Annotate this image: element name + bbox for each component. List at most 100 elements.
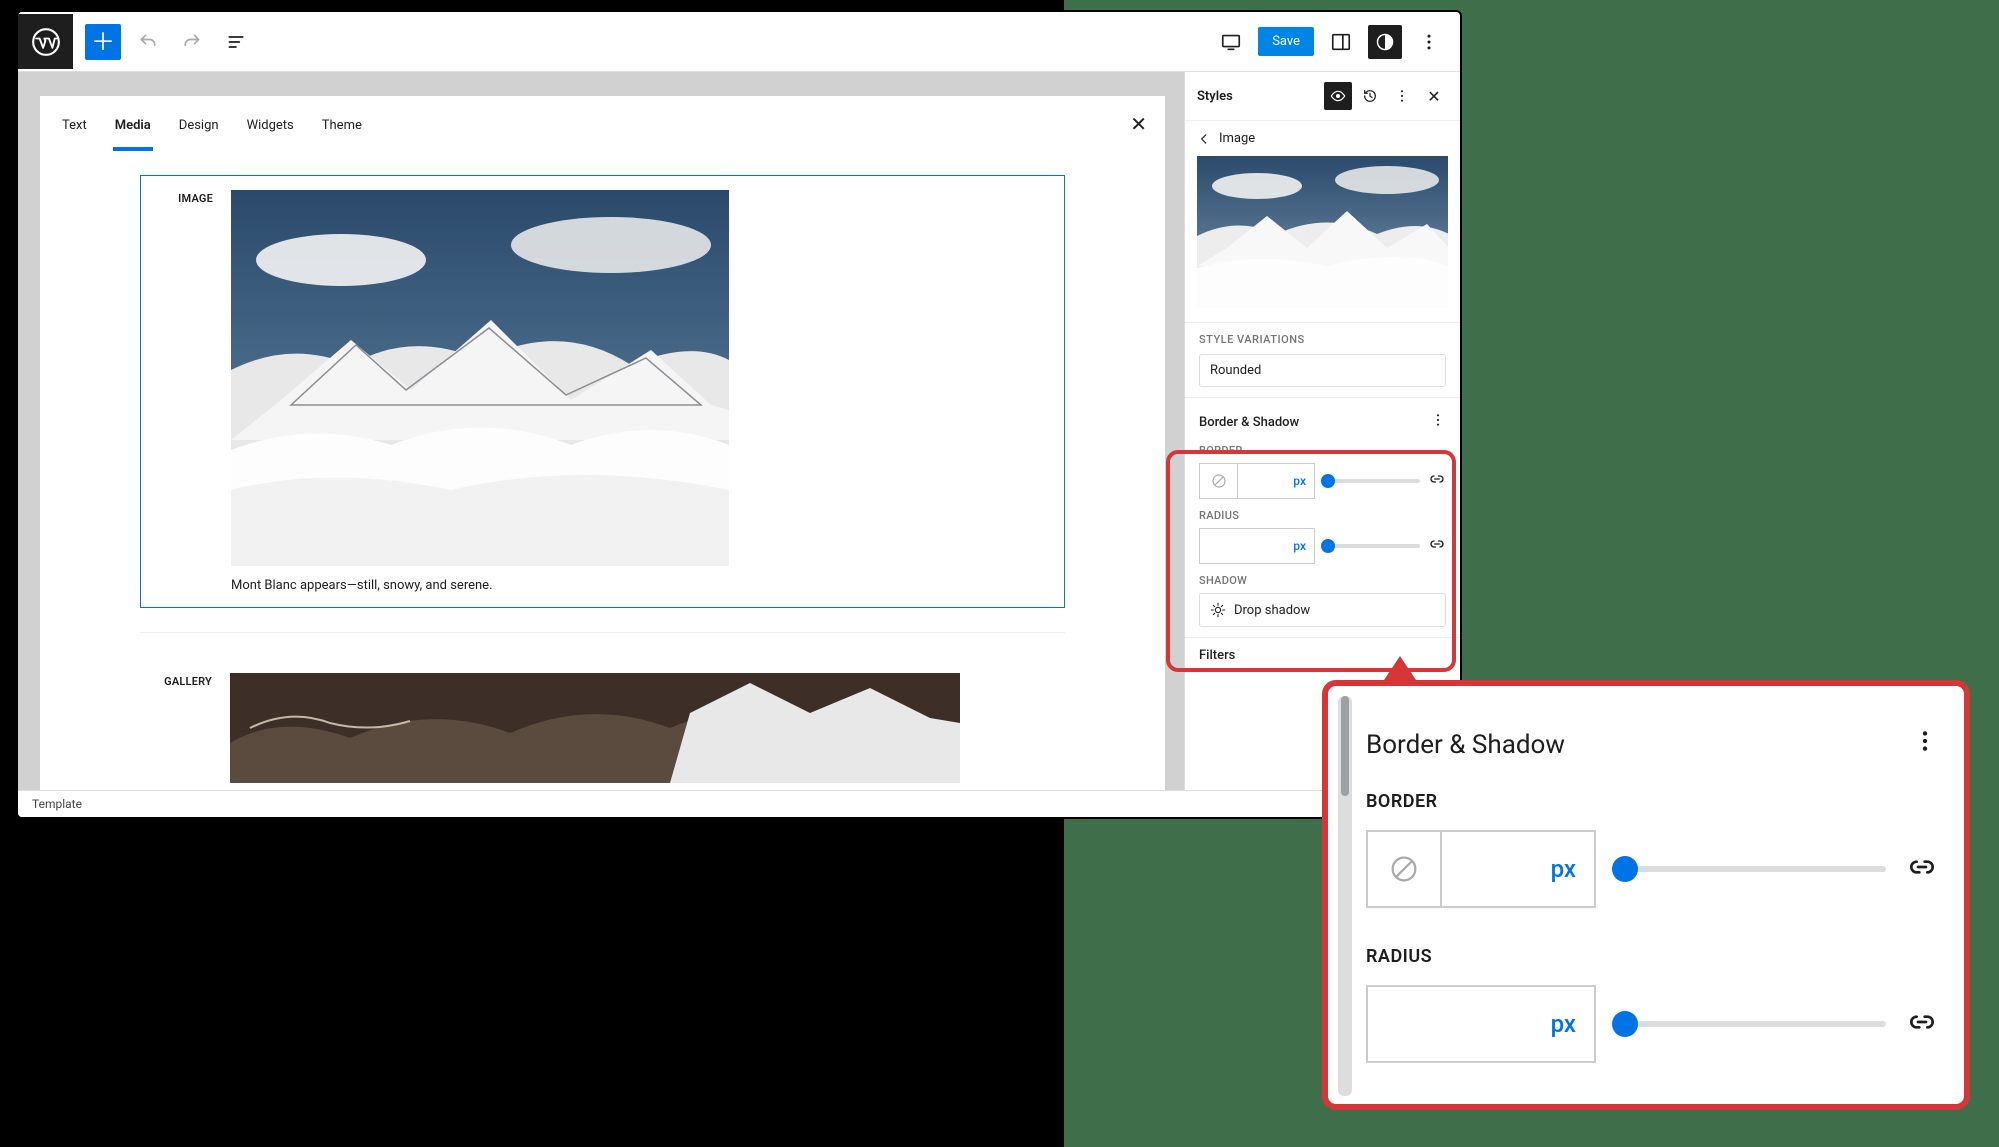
radius-slider[interactable] bbox=[1323, 538, 1420, 554]
no-color-icon bbox=[1210, 472, 1228, 490]
drop-shadow-button[interactable]: Drop shadow bbox=[1199, 593, 1446, 627]
border-label: BORDER bbox=[1199, 444, 1446, 457]
sidebar-breadcrumb[interactable]: Image bbox=[1185, 121, 1460, 156]
wordpress-logo[interactable] bbox=[18, 14, 73, 69]
inserter-tabs: Text Media Design Widgets Theme ✕ bbox=[40, 96, 1165, 151]
editor-canvas-area: Text Media Design Widgets Theme ✕ IMAGE bbox=[18, 72, 1188, 802]
tab-media[interactable]: Media bbox=[113, 112, 153, 151]
callout-border-label: BORDER bbox=[1366, 791, 1938, 812]
close-icon: ✕ bbox=[1130, 112, 1147, 136]
sidebar-title: Styles bbox=[1197, 89, 1320, 104]
styles-panel-button[interactable] bbox=[1368, 25, 1402, 59]
block-inserter-panel: Text Media Design Widgets Theme ✕ IMAGE bbox=[40, 96, 1165, 796]
tab-theme[interactable]: Theme bbox=[320, 112, 364, 151]
redo-button[interactable] bbox=[175, 25, 209, 59]
callout-border-unit: px bbox=[1442, 832, 1594, 906]
gallery-block-label: GALLERY bbox=[154, 673, 212, 787]
border-shadow-callout: Border & Shadow BORDER px RADIUS px bbox=[1322, 680, 1970, 1110]
sun-icon bbox=[1210, 602, 1226, 618]
callout-radius-input[interactable]: px bbox=[1366, 985, 1596, 1063]
radius-label: RADIUS bbox=[1199, 509, 1446, 522]
border-shadow-more-button[interactable] bbox=[1430, 412, 1446, 432]
gallery-image bbox=[230, 673, 960, 783]
callout-radius-label: RADIUS bbox=[1366, 946, 1938, 967]
sidebar-header: Styles ✕ bbox=[1185, 72, 1460, 121]
wordpress-icon bbox=[32, 28, 60, 56]
link-icon bbox=[1428, 535, 1446, 553]
more-options-button[interactable] bbox=[1412, 25, 1446, 59]
link-icon bbox=[1906, 851, 1938, 883]
callout-border-color-swatch[interactable] bbox=[1368, 832, 1442, 906]
callout-border-input[interactable]: px bbox=[1366, 830, 1596, 908]
callout-radius-unit: px bbox=[1368, 987, 1594, 1061]
dots-vertical-icon bbox=[1419, 32, 1439, 52]
border-shadow-title: Border & Shadow bbox=[1199, 415, 1299, 430]
document-overview-button[interactable] bbox=[219, 25, 253, 59]
stylebook-button[interactable] bbox=[1324, 82, 1352, 110]
sidebar-preview bbox=[1197, 156, 1448, 308]
callout-unlink-radius-button[interactable] bbox=[1906, 1006, 1938, 1042]
image-block-preview[interactable]: IMAGE bbox=[140, 175, 1065, 608]
unlink-border-button[interactable] bbox=[1428, 470, 1446, 492]
drop-shadow-label: Drop shadow bbox=[1234, 603, 1310, 618]
border-unit: px bbox=[1238, 464, 1314, 498]
sidebar-more-button[interactable] bbox=[1388, 82, 1416, 110]
save-button[interactable]: Save bbox=[1258, 27, 1314, 56]
close-inserter-button[interactable]: ✕ bbox=[1130, 112, 1147, 136]
callout-border-slider[interactable] bbox=[1616, 854, 1886, 884]
link-icon bbox=[1906, 1006, 1938, 1038]
style-variations-label: STYLE VARIATIONS bbox=[1199, 333, 1446, 346]
list-icon bbox=[226, 32, 246, 52]
undo-button[interactable] bbox=[131, 25, 165, 59]
shadow-label: SHADOW bbox=[1199, 574, 1446, 587]
border-shadow-section: Border & Shadow BORDER px RADIUS bbox=[1185, 397, 1460, 637]
chevron-left-icon bbox=[1197, 132, 1211, 146]
editor-window: ＋ Save bbox=[16, 10, 1462, 819]
dots-vertical-icon bbox=[1394, 88, 1410, 104]
rounded-variation[interactable]: Rounded bbox=[1199, 354, 1446, 387]
contrast-icon bbox=[1375, 32, 1395, 52]
close-icon: ✕ bbox=[1427, 87, 1440, 106]
preview-thumb-icon bbox=[1197, 156, 1448, 308]
image-block-label: IMAGE bbox=[155, 190, 213, 593]
tab-text[interactable]: Text bbox=[60, 112, 89, 151]
mountain-image bbox=[231, 190, 729, 566]
footer-bar: Template bbox=[18, 790, 1460, 817]
history-icon bbox=[1362, 88, 1378, 104]
link-icon bbox=[1428, 470, 1446, 488]
footer-template-label: Template bbox=[32, 797, 82, 811]
top-toolbar: ＋ Save bbox=[18, 12, 1460, 72]
plus-icon: ＋ bbox=[91, 30, 115, 54]
no-color-icon bbox=[1387, 852, 1421, 886]
redo-icon bbox=[182, 32, 202, 52]
unlink-radius-button[interactable] bbox=[1428, 535, 1446, 557]
desktop-icon bbox=[1220, 31, 1242, 53]
callout-unlink-border-button[interactable] bbox=[1906, 851, 1938, 887]
view-desktop-button[interactable] bbox=[1214, 25, 1248, 59]
radius-input[interactable]: px bbox=[1199, 528, 1315, 564]
eye-icon bbox=[1330, 88, 1346, 104]
border-width-input[interactable]: px bbox=[1199, 463, 1315, 499]
add-block-button[interactable]: ＋ bbox=[85, 24, 121, 60]
callout-scrollbar bbox=[1338, 696, 1352, 1096]
image-caption: Mont Blanc appears—still, snowy, and ser… bbox=[231, 578, 1050, 593]
tab-design[interactable]: Design bbox=[177, 112, 221, 151]
undo-icon bbox=[138, 32, 158, 52]
callout-title: Border & Shadow bbox=[1366, 730, 1565, 760]
callout-more-button[interactable] bbox=[1912, 728, 1938, 761]
revisions-button[interactable] bbox=[1356, 82, 1384, 110]
breadcrumb-label: Image bbox=[1219, 131, 1255, 146]
radius-unit: px bbox=[1200, 529, 1314, 563]
border-width-slider[interactable] bbox=[1323, 473, 1420, 489]
dots-vertical-icon bbox=[1430, 412, 1446, 428]
tab-widgets[interactable]: Widgets bbox=[245, 112, 296, 151]
filters-label: Filters bbox=[1199, 648, 1235, 663]
dots-vertical-icon bbox=[1912, 728, 1938, 754]
gallery-block-preview[interactable]: GALLERY bbox=[140, 632, 1065, 796]
close-sidebar-button[interactable]: ✕ bbox=[1420, 82, 1448, 110]
panel-icon bbox=[1330, 31, 1352, 53]
settings-panel-button[interactable] bbox=[1324, 25, 1358, 59]
style-variations-section: STYLE VARIATIONS Rounded bbox=[1185, 322, 1460, 397]
border-color-swatch[interactable] bbox=[1200, 464, 1238, 498]
callout-radius-slider[interactable] bbox=[1616, 1009, 1886, 1039]
